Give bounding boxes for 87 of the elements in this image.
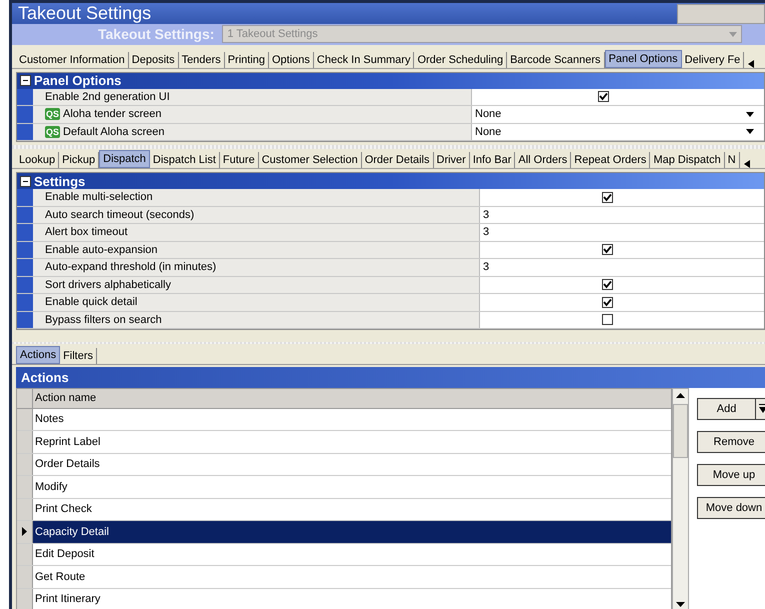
property-label: Enable 2nd generation UI — [45, 90, 170, 103]
property-label: Bypass filters on search — [45, 314, 162, 326]
checkbox[interactable] — [602, 296, 612, 308]
scrollbar-thumb[interactable] — [673, 404, 688, 458]
tab[interactable]: Order Details — [362, 152, 434, 168]
qs-icon: QS — [45, 108, 60, 120]
tab[interactable]: Panel Options — [604, 50, 682, 68]
table-cell[interactable]: Get Route — [33, 566, 671, 588]
table-cell[interactable]: Print Itinerary — [33, 588, 671, 609]
tab[interactable]: Info Bar — [470, 152, 516, 168]
tab[interactable]: Customer Selection — [258, 152, 362, 168]
checkbox[interactable] — [602, 244, 612, 256]
property-value[interactable]: 3 — [483, 261, 490, 274]
action-button[interactable]: Remove — [697, 430, 765, 453]
collapse-icon[interactable] — [20, 176, 31, 187]
tab[interactable]: Dispatch List — [150, 152, 220, 168]
row-margin — [17, 206, 33, 224]
tab[interactable]: Lookup — [16, 152, 60, 168]
table-cell[interactable]: Modify — [33, 476, 671, 498]
tab[interactable]: Customer Information — [16, 52, 129, 68]
tab[interactable]: Options — [269, 52, 314, 68]
tab[interactable]: Actions — [16, 346, 60, 364]
tab[interactable]: Filters — [60, 348, 98, 364]
table-cell[interactable]: Notes — [33, 408, 671, 430]
property-label: Enable quick detail — [45, 296, 138, 308]
row-header[interactable] — [17, 521, 33, 543]
tab[interactable]: Map Dispatch — [650, 152, 725, 168]
tab[interactable]: Dispatch — [99, 150, 150, 168]
row-margin — [17, 242, 33, 258]
dropdown-field[interactable]: None — [472, 124, 764, 140]
tab[interactable]: Delivery Fe — [682, 52, 744, 68]
tab[interactable]: Order Scheduling — [414, 52, 508, 68]
checkbox[interactable] — [602, 279, 612, 290]
selector-label: Takeout Settings: — [98, 26, 214, 42]
property-label: Enable multi-selection — [45, 191, 153, 204]
checkbox[interactable] — [602, 192, 612, 203]
tab[interactable]: N — [724, 152, 740, 168]
action-button[interactable]: Move up — [697, 464, 765, 486]
tab[interactable]: Deposits — [128, 52, 179, 68]
action-button[interactable]: Move down — [697, 496, 765, 519]
tab[interactable]: Future — [220, 152, 259, 168]
row-margin — [17, 259, 33, 276]
checkbox[interactable] — [598, 91, 608, 102]
section-title: Settings — [34, 174, 86, 189]
down-arrow-icon[interactable] — [759, 404, 765, 414]
table-cell[interactable]: Print Check — [33, 498, 671, 520]
qs-icon: QS — [45, 126, 60, 138]
row-margin — [17, 124, 33, 140]
property-label: Alert box timeout — [45, 226, 128, 238]
scroll-left-icon[interactable] — [744, 160, 750, 168]
tab[interactable]: Printing — [224, 52, 269, 68]
dropdown-field[interactable]: None — [472, 106, 764, 123]
table-cell[interactable]: Capacity Detail — [33, 521, 671, 543]
window-title: Takeout Settings — [18, 3, 152, 24]
property-label: Enable auto-expansion — [45, 244, 158, 256]
property-label: Auto-expand threshold (in minutes) — [45, 261, 216, 274]
dropdown-arrow-icon[interactable] — [746, 112, 754, 117]
tab[interactable]: All Orders — [515, 152, 572, 168]
section-title: Panel Options — [34, 73, 122, 88]
table-cell[interactable]: Edit Deposit — [33, 544, 671, 566]
property-value[interactable]: 3 — [483, 208, 490, 221]
scroll-left-icon[interactable] — [748, 60, 754, 68]
property-label: Aloha tender screen — [63, 108, 162, 120]
property-label: Default Aloha screen — [63, 126, 165, 138]
dropdown-arrow-icon[interactable] — [746, 129, 754, 134]
row-margin — [17, 224, 33, 241]
tab[interactable]: Repeat Orders — [571, 152, 650, 168]
checkbox[interactable] — [602, 314, 612, 326]
row-margin — [17, 294, 33, 311]
table-cell[interactable]: Order Details — [33, 454, 671, 476]
property-label: Sort drivers alphabetically — [45, 278, 171, 291]
row-margin — [17, 312, 33, 328]
table-cell[interactable]: Reprint Label — [33, 431, 671, 453]
section-header: Actions — [16, 366, 765, 388]
row-margin — [17, 88, 33, 106]
add-button[interactable]: Add — [697, 398, 765, 420]
column-header[interactable]: Action name — [33, 388, 671, 408]
collapse-icon[interactable] — [20, 75, 31, 86]
property-value[interactable]: 3 — [483, 226, 490, 238]
tab[interactable]: Tenders — [178, 52, 225, 68]
row-margin — [17, 276, 33, 294]
row-margin — [17, 106, 33, 123]
property-label: Auto search timeout (seconds) — [45, 208, 194, 221]
tab[interactable]: Check In Summary — [314, 52, 414, 68]
row-margin — [17, 189, 33, 206]
tab[interactable]: Driver — [434, 152, 470, 168]
scrollbar[interactable] — [672, 388, 689, 609]
